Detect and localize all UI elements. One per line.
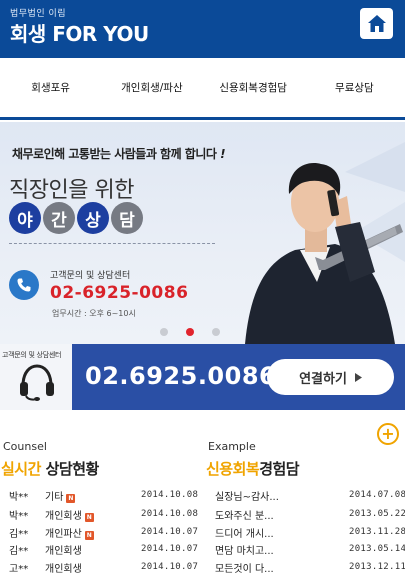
headset-icon	[20, 364, 54, 401]
main-nav: 회생포유 개인회생/파산 신용회복경험담 무료상담	[0, 58, 405, 120]
home-button[interactable]	[360, 8, 393, 39]
lists-section: Counsel 실시간 상담현황 박** 기타 N 2014.10.08 박** …	[0, 410, 405, 584]
hero-banner[interactable]: 채무로인해 고통받는 사람들과 함께 합니다 ! 직장인을 위한 야 간 상 담…	[0, 122, 405, 344]
counsel-title-en: Counsel	[3, 440, 47, 453]
new-badge-icon: N	[84, 512, 94, 522]
example-row[interactable]: 면담 마치고... 2013.05.14	[215, 541, 405, 557]
phone-icon	[9, 270, 39, 300]
example-row[interactable]: 도와주신 분... 2013.05.22	[215, 506, 405, 522]
connect-call-button[interactable]: 연결하기	[267, 359, 394, 395]
example-title[interactable]: 신용회복경험담	[206, 458, 300, 479]
new-badge-icon: N	[84, 530, 94, 540]
connect-call-label: 연결하기	[299, 371, 347, 387]
banner-headline: 직장인을 위한	[9, 178, 134, 203]
more-plus-icon[interactable]: +	[377, 423, 399, 445]
example-row[interactable]: 실장님~감사... 2014.07.08	[215, 487, 405, 503]
cs-center-label: 고객문의 및 상담센터	[50, 271, 131, 281]
banner-tagline: 채무로인해 고통받는 사람들과 함께 합니다 !	[12, 147, 226, 161]
call-phone-number[interactable]: 02.6925.0086	[85, 362, 276, 390]
banner-night-consult: 야 간 상 담	[9, 202, 143, 234]
example-row[interactable]: 드디어 개시... 2013.11.28	[215, 524, 405, 540]
counsel-row[interactable]: 박** 기타 N 2014.10.08	[9, 487, 209, 503]
circle-char: 간	[43, 202, 75, 234]
call-center-label: 고객문의 및 상담센터	[2, 351, 62, 359]
slider-pagination	[160, 328, 220, 336]
circle-char: 담	[111, 202, 143, 234]
example-title-en: Example	[208, 440, 256, 453]
call-bar: 고객문의 및 상담센터 02.6925.0086 연결하기	[0, 344, 405, 410]
circle-char: 야	[9, 202, 41, 234]
new-badge-icon: N	[66, 493, 76, 503]
play-arrow-icon	[354, 372, 362, 382]
brand-logo[interactable]: 회생 FOR YOU	[10, 18, 149, 47]
slider-dot[interactable]	[212, 328, 220, 336]
app-header: 법무법인 이림 회생 FOR YOU	[0, 0, 405, 58]
businessman-on-phone-image	[245, 142, 405, 344]
counsel-title[interactable]: 실시간 상담현황	[1, 458, 99, 479]
call-number-panel: 02.6925.0086 연결하기	[72, 344, 405, 410]
slider-dot-active[interactable]	[186, 328, 194, 336]
counsel-row[interactable]: 박** 개인회생 N 2014.10.08	[9, 506, 209, 522]
business-hours: 업무시간 : 오후 6~10시	[52, 309, 136, 318]
counsel-row[interactable]: 김** 개인파산 N 2014.10.07	[9, 524, 209, 540]
circle-char: 상	[77, 202, 109, 234]
nav-item-hoesaeng-foryou[interactable]: 회생포유	[0, 58, 101, 117]
slider-dot[interactable]	[160, 328, 168, 336]
call-center-box: 고객문의 및 상담센터	[0, 344, 72, 410]
nav-item-credit-recovery-stories[interactable]: 신용회복경험담	[203, 58, 304, 117]
example-row[interactable]: 모든것이 다... 2013.12.11	[215, 559, 405, 575]
divider	[9, 243, 215, 244]
counsel-row[interactable]: 김** 개인회생 2014.10.07	[9, 541, 209, 557]
nav-item-free-consult[interactable]: 무료상담	[304, 58, 405, 117]
nav-item-rehabilitation-bankruptcy[interactable]: 개인회생/파산	[101, 58, 202, 117]
cs-phone-number[interactable]: 02-6925-0086	[50, 283, 188, 303]
counsel-row[interactable]: 고** 개인회생 2014.10.07	[9, 559, 209, 575]
home-icon	[367, 15, 386, 32]
